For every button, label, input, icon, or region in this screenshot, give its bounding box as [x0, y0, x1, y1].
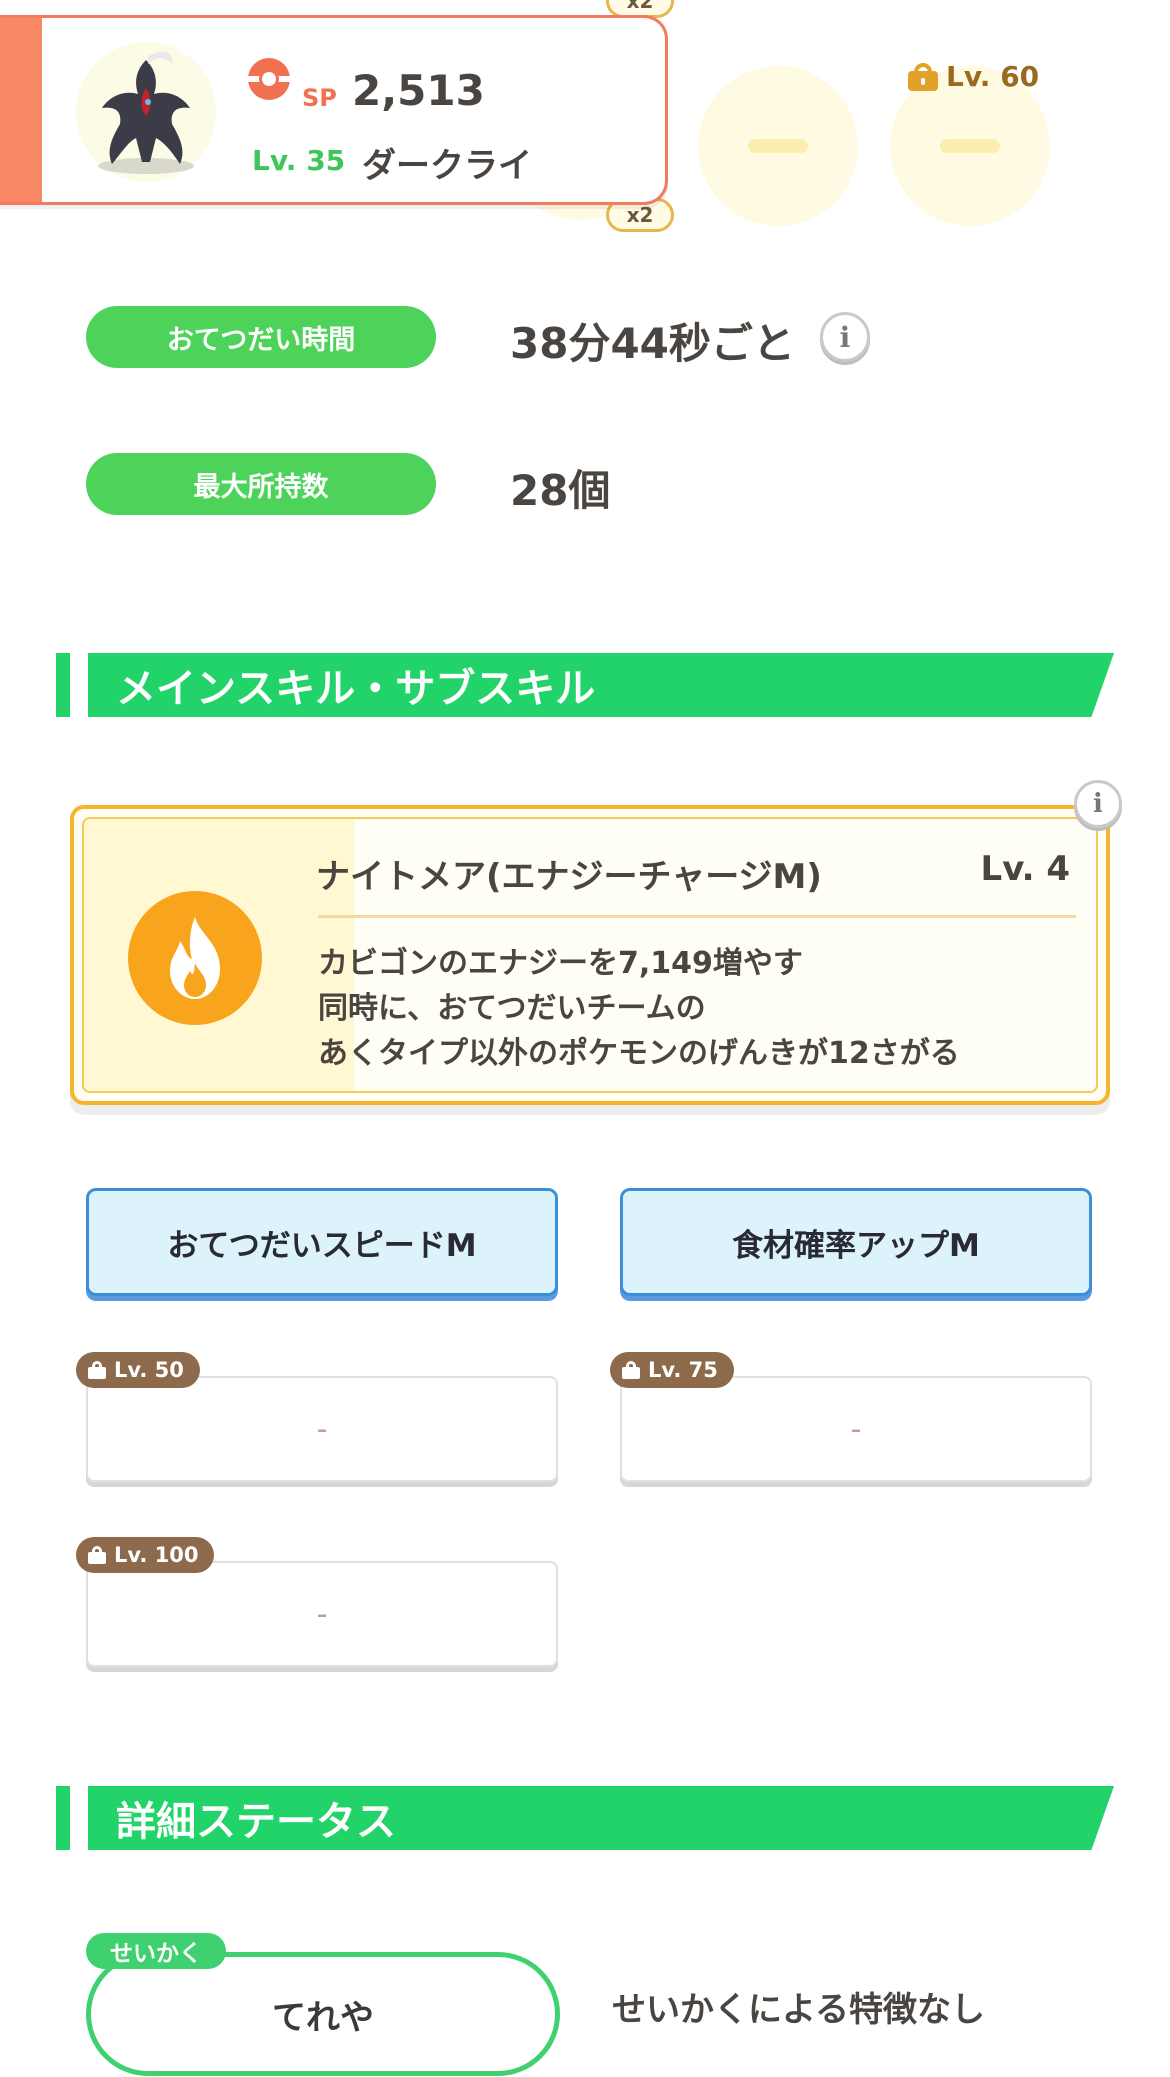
sp-label: SP [302, 84, 337, 112]
locked-subskill-slot-lv50[interactable]: - [86, 1376, 558, 1482]
pokeball-sp-icon [248, 58, 290, 100]
help-time-value: 38分44秒ごと [510, 319, 795, 368]
ingredient-slot-2 [698, 66, 858, 226]
unlock-level-tag: Lv. 100 [76, 1537, 215, 1573]
skill-desc-line: あくタイプ以外のポケモンのげんきが12さがる [318, 1036, 960, 1071]
help-time-info-icon[interactable]: i [820, 312, 870, 362]
card-accent-stripe [0, 18, 42, 202]
main-skill-description: カビゴンのエナジーを7,149増やす 同時に、おてつだいチームの あくタイプ以外… [318, 941, 1078, 1076]
max-carry-label: 最大所持数 [86, 453, 436, 515]
subskill-button-1[interactable]: おてつだいスピードM [86, 1188, 558, 1296]
skill-divider [318, 915, 1076, 918]
details-section-title: 詳細ステータス [116, 1799, 396, 1845]
unlock-level-tag: Lv. 50 [76, 1352, 200, 1388]
nature-button[interactable]: てれや [86, 1952, 560, 2076]
skill-desc-line: 同時に、おてつだいチームの [318, 991, 706, 1026]
main-skill-card[interactable]: ナイトメア(エナジーチャージM) Lv. 4 カビゴンのエナジーを7,149増や… [70, 805, 1110, 1105]
pokemon-summary-card[interactable]: SP 2,513 Lv. 35 ダークライ [0, 15, 668, 205]
unlock-level-text: Lv. 75 [648, 1358, 718, 1382]
pokemon-portrait [76, 42, 216, 182]
locked-subskill-slot-lv100[interactable]: - [86, 1561, 558, 1667]
max-carry-value: 28個 [510, 466, 611, 515]
lock-icon [622, 1361, 640, 1379]
ingredient-unlock-level: Lv. 60 [908, 60, 1039, 93]
fire-icon [128, 891, 262, 1025]
lock-icon [88, 1546, 106, 1564]
help-time-label: おてつだい時間 [86, 306, 436, 368]
nature-effect-text: せいかくによる特徴なし [612, 1990, 985, 2030]
lock-icon [88, 1361, 106, 1379]
pokemon-name: ダークライ [362, 146, 532, 186]
nature-tag: せいかく [86, 1933, 226, 1969]
lock-icon [908, 62, 938, 91]
main-skill-info-icon[interactable]: i [1074, 780, 1122, 828]
darkrai-icon [98, 51, 194, 174]
locked-subskill-slot-lv75[interactable]: - [620, 1376, 1092, 1482]
sp-value: 2,513 [352, 66, 485, 115]
subskill-button-2[interactable]: 食材確率アップM [620, 1188, 1092, 1296]
skills-section-title: メインスキル・サブスキル [116, 666, 596, 712]
unlock-level-tag: Lv. 75 [610, 1352, 734, 1388]
unlock-level-label: Lv. 60 [946, 60, 1040, 93]
details-section-header: 詳細ステータス [88, 1786, 1114, 1850]
pokemon-level: Lv. 35 [252, 144, 346, 177]
section-marker [56, 1786, 70, 1850]
unlock-level-text: Lv. 50 [114, 1358, 184, 1382]
section-marker [56, 653, 70, 717]
main-skill-level: Lv. 4 [980, 849, 1070, 889]
skill-icon-panel [84, 819, 354, 1091]
skills-section-header: メインスキル・サブスキル [88, 653, 1114, 717]
skill-desc-line: カビゴンのエナジーを7,149増やす [318, 946, 803, 981]
main-skill-name: ナイトメア(エナジーチャージM) [316, 857, 822, 897]
unlock-level-text: Lv. 100 [114, 1543, 199, 1567]
